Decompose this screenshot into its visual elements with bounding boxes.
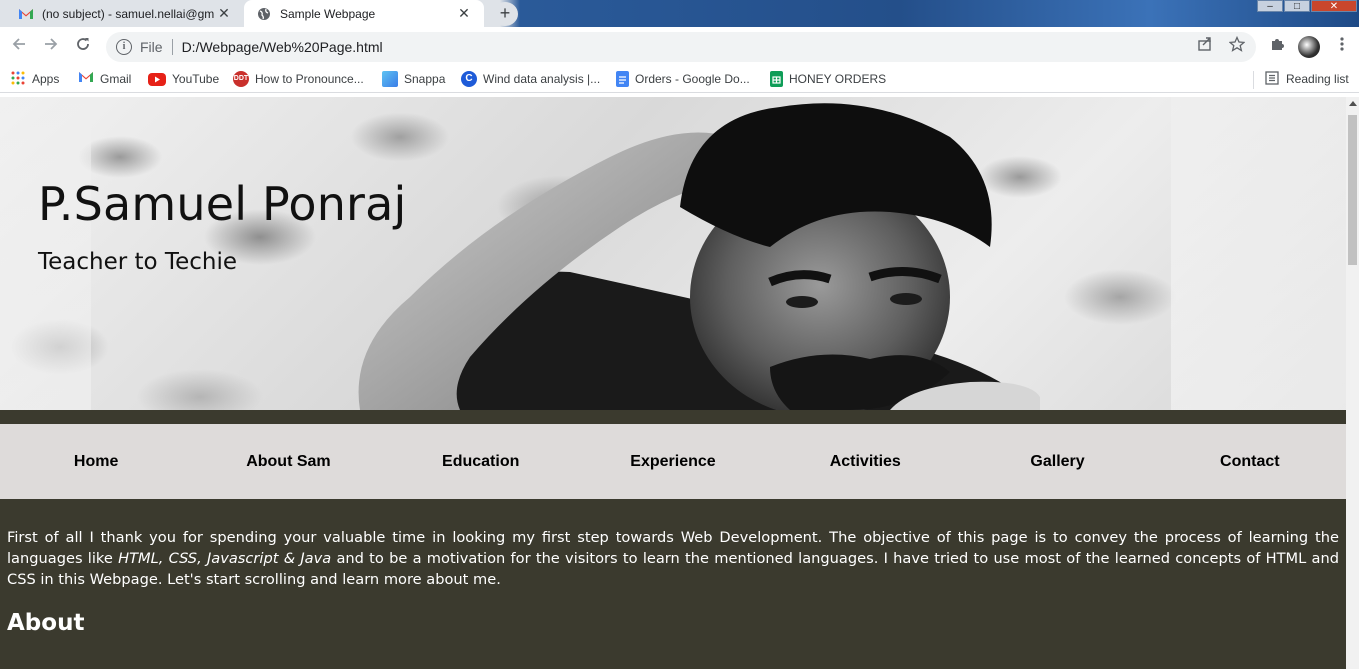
gmail-icon — [18, 6, 34, 22]
close-window-button[interactable]: ✕ — [1311, 0, 1357, 12]
close-icon[interactable]: ✕ — [214, 5, 234, 22]
bookmark-honey-orders[interactable]: HONEY ORDERS — [770, 70, 886, 88]
forward-arrow-icon[interactable] — [40, 36, 62, 58]
bookmark-gmail[interactable]: Gmail — [78, 70, 131, 88]
star-icon[interactable] — [1227, 35, 1247, 56]
url-text[interactable]: D:/Webpage/Web%20Page.html — [182, 39, 383, 55]
reading-list-icon — [1264, 71, 1280, 87]
google-sheets-icon — [770, 71, 783, 87]
portrait-photo — [358, 103, 1040, 410]
bookmark-orders-google-docs[interactable]: Orders - Google Do... — [616, 70, 750, 88]
bookmark-label: Gmail — [100, 72, 132, 86]
scroll-up-arrow-icon[interactable] — [1349, 101, 1357, 106]
share-icon[interactable] — [1195, 36, 1215, 56]
hero-name: P.Samuel Ponraj — [38, 177, 407, 231]
info-icon[interactable]: i — [116, 39, 132, 55]
reading-list-label: Reading list — [1286, 72, 1349, 86]
apps-grid-icon — [10, 71, 26, 87]
extensions-icon[interactable] — [1267, 36, 1287, 56]
page-viewport: P.Samuel Ponraj Teacher to Techie Home A… — [0, 97, 1346, 669]
banner-edge — [1171, 97, 1346, 410]
globe-icon — [256, 6, 272, 22]
tab-gmail[interactable]: (no subject) - samuel.nellai@gma ✕ — [0, 0, 244, 27]
page-scrollbar[interactable] — [1346, 97, 1359, 669]
bookmark-label: HONEY ORDERS — [789, 72, 887, 86]
minimize-button[interactable]: – — [1257, 0, 1283, 12]
reading-list-button[interactable]: Reading list — [1264, 70, 1349, 88]
about-heading: About — [7, 610, 85, 636]
bookmark-label: Wind data analysis |... — [483, 72, 601, 86]
gmail-icon — [78, 71, 94, 87]
address-bar[interactable]: i File D:/Webpage/Web%20Page.html — [106, 32, 1256, 62]
bookmark-label: Orders - Google Do... — [635, 72, 750, 86]
nav-experience[interactable]: Experience — [577, 453, 769, 471]
tab-sample-webpage[interactable]: Sample Webpage ✕ — [244, 0, 484, 27]
bookmark-label: Apps — [32, 72, 60, 86]
hero-banner: P.Samuel Ponraj Teacher to Techie — [0, 97, 1346, 410]
bookmark-label: YouTube — [172, 72, 220, 86]
tab-title: Sample Webpage — [280, 6, 376, 21]
c-icon: C — [461, 71, 477, 87]
divider — [0, 410, 1346, 424]
intro-paragraph: First of all I thank you for spending yo… — [7, 527, 1339, 590]
bookmarks-bar: Apps Gmail YouTube DDT How to Pronounce.… — [0, 65, 1359, 93]
tab-title: (no subject) - samuel.nellai@gma — [42, 6, 214, 21]
nav-about-sam[interactable]: About Sam — [192, 453, 384, 471]
site-nav: Home About Sam Education Experience Acti… — [0, 424, 1346, 499]
nav-contact[interactable]: Contact — [1154, 453, 1346, 471]
scrollbar-thumb[interactable] — [1348, 115, 1357, 265]
security-label: File — [140, 39, 163, 55]
profile-avatar[interactable] — [1298, 36, 1320, 58]
nav-activities[interactable]: Activities — [769, 453, 961, 471]
reload-icon[interactable] — [72, 36, 94, 58]
browser-tab-strip: (no subject) - samuel.nellai@gma ✕ Sampl… — [0, 0, 1359, 27]
bookmark-how-to-pronounce[interactable]: DDT How to Pronounce... — [233, 70, 364, 88]
pronounce-icon: DDT — [233, 71, 249, 87]
close-icon[interactable]: ✕ — [454, 5, 474, 22]
intro-languages: HTML, CSS, Javascript & Java — [118, 550, 332, 567]
new-tab-button[interactable]: + — [492, 2, 518, 26]
back-arrow-icon[interactable] — [8, 36, 30, 58]
bookmark-youtube[interactable]: YouTube — [148, 70, 219, 88]
nav-gallery[interactable]: Gallery — [961, 453, 1153, 471]
bookmark-wind-data-analysis[interactable]: C Wind data analysis |... — [461, 70, 600, 88]
snappa-icon — [382, 71, 398, 87]
browser-toolbar: i File D:/Webpage/Web%20Page.html — [0, 27, 1359, 65]
youtube-icon — [148, 72, 166, 86]
bookmark-label: How to Pronounce... — [255, 72, 364, 86]
nav-home[interactable]: Home — [0, 453, 192, 471]
bookmark-apps[interactable]: Apps — [10, 70, 59, 88]
divider — [171, 39, 173, 55]
nav-education[interactable]: Education — [385, 453, 577, 471]
bookmark-snappa[interactable]: Snappa — [382, 70, 445, 88]
hero-tagline: Teacher to Techie — [38, 249, 237, 275]
google-docs-icon — [616, 71, 629, 87]
more-menu-icon[interactable] — [1332, 36, 1352, 56]
intro-section: First of all I thank you for spending yo… — [0, 499, 1346, 669]
divider — [1253, 71, 1254, 89]
maximize-button[interactable]: □ — [1284, 0, 1310, 12]
bookmark-label: Snappa — [404, 72, 446, 86]
